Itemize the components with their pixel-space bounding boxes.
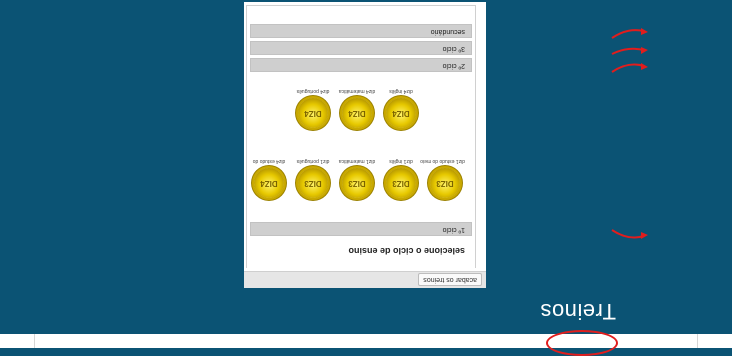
divider bbox=[34, 334, 35, 348]
rotated-page: Treinos acabar os treinos selecione o ci… bbox=[0, 0, 732, 356]
arrow-annotation-icon bbox=[611, 28, 648, 39]
medal-label: diz1 matemática bbox=[338, 158, 376, 164]
medal-coin-icon: DIZ3 bbox=[386, 168, 416, 198]
medal-label: diz4 inglês bbox=[389, 88, 413, 94]
medal[interactable]: DIZ3 diz1 estudo do meio bbox=[420, 158, 465, 198]
medal[interactable]: DIZ4 diz4 estudo do bbox=[249, 158, 289, 198]
medal[interactable]: DIZ3 diz1 matemática bbox=[337, 158, 377, 198]
cycle-2-bar[interactable]: 2º ciclo bbox=[250, 58, 472, 72]
top-white-bar bbox=[0, 334, 732, 348]
medal-label: diz4 português bbox=[296, 88, 330, 94]
secondary-label: secundário bbox=[430, 28, 465, 35]
medal-coin-icon: DIZ4 bbox=[386, 98, 416, 128]
medal-coin-icon: DIZ3 bbox=[342, 168, 372, 198]
cycle-3-bar[interactable]: 3º ciclo bbox=[250, 41, 472, 55]
medal[interactable]: DIZ4 diz4 inglês bbox=[381, 88, 421, 128]
arrow-annotation-icon bbox=[611, 63, 648, 73]
panel-footer: acabar os treinos bbox=[244, 271, 486, 288]
medal-coin-icon: DIZ4 bbox=[342, 98, 372, 128]
medal-label: diz1 português bbox=[296, 158, 330, 164]
arrow-annotation-icon bbox=[611, 47, 648, 55]
medal-coin-icon: DIZ4 bbox=[254, 168, 284, 198]
arrow-annotation-icon bbox=[611, 229, 648, 239]
medal-label: diz1 estudo do meio bbox=[420, 158, 465, 164]
page-title: Treinos bbox=[539, 299, 616, 324]
divider bbox=[697, 334, 698, 348]
medal[interactable]: DIZ4 diz4 português bbox=[293, 88, 333, 128]
cycle-1-label: 1º ciclo bbox=[442, 226, 465, 233]
annotation-oval bbox=[546, 330, 618, 356]
medal-coin-icon: DIZ4 bbox=[298, 98, 328, 128]
finish-training-button[interactable]: acabar os treinos bbox=[418, 273, 482, 286]
medal-label: diz4 estudo do bbox=[252, 158, 286, 164]
medal[interactable]: DIZ3 diz1 inglês bbox=[381, 158, 421, 198]
training-panel: acabar os treinos selecione o ciclo de e… bbox=[244, 2, 486, 288]
medal-coin-icon: DIZ3 bbox=[298, 168, 328, 198]
medal-label: diz1 inglês bbox=[389, 158, 413, 164]
secondary-bar[interactable]: secundário bbox=[250, 24, 472, 38]
medal-coin-icon: DIZ3 bbox=[430, 168, 460, 198]
cycle-selector: selecione o ciclo de ensino 1º ciclo DIZ… bbox=[246, 5, 476, 268]
cycle-1-bar[interactable]: 1º ciclo bbox=[250, 222, 472, 236]
cycle-3-label: 3º ciclo bbox=[442, 45, 465, 52]
medal[interactable]: DIZ4 diz4 matemática bbox=[337, 88, 377, 128]
section-heading: selecione o ciclo de ensino bbox=[348, 246, 465, 256]
cycle-2-label: 2º ciclo bbox=[442, 62, 465, 69]
medal[interactable]: DIZ3 diz1 português bbox=[293, 158, 333, 198]
medal-label: diz4 matemática bbox=[338, 88, 376, 94]
